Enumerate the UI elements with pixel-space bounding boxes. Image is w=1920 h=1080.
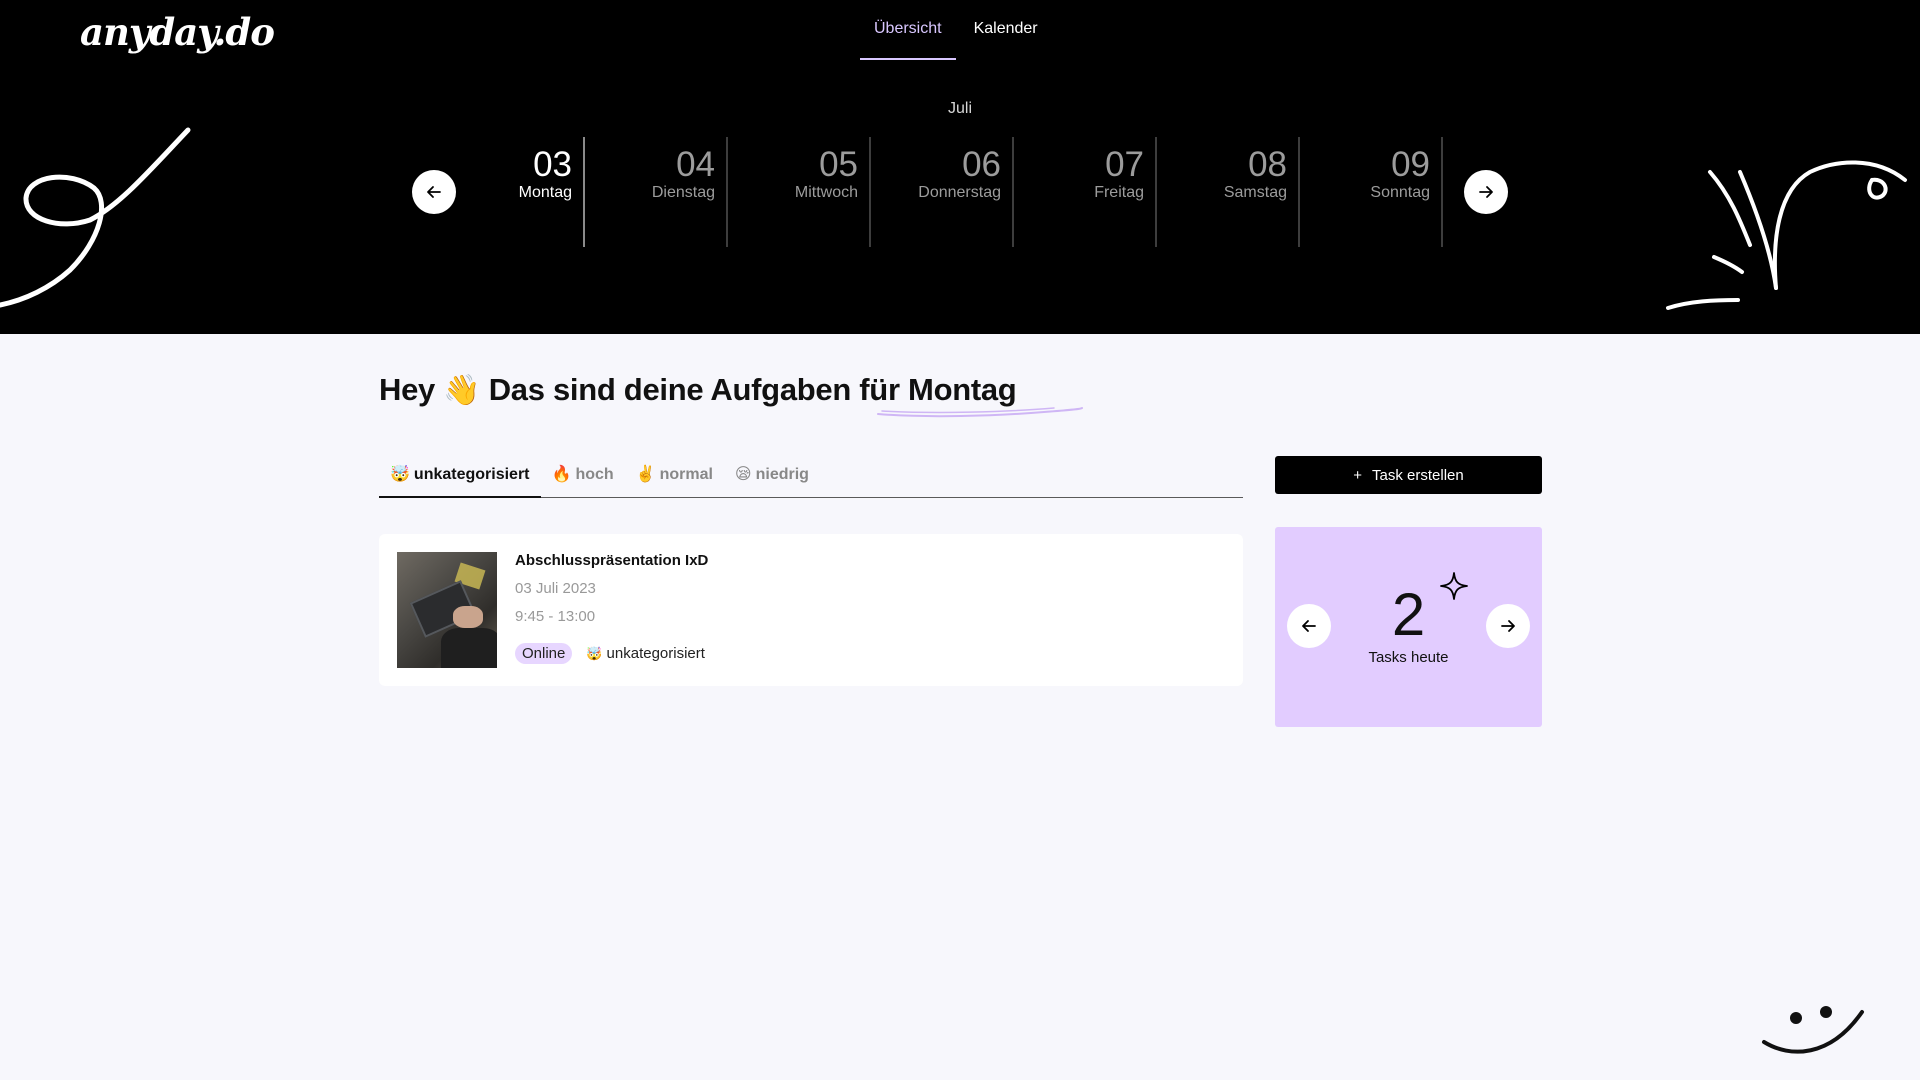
sparkle-icon <box>1440 572 1468 600</box>
day-friday[interactable]: 07 Freitag <box>1014 137 1157 247</box>
tab-label: unkategorisiert <box>413 466 530 483</box>
arrow-right-icon <box>1501 620 1515 632</box>
plus-icon: + <box>1353 466 1363 484</box>
tab-niedrig[interactable]: 😪 niedrig <box>724 455 820 498</box>
task-card[interactable]: Abschlusspräsentation IxD 03 Juli 2023 9… <box>379 534 1243 686</box>
scribble-decoration <box>1666 160 1907 310</box>
location-badge[interactable]: Online <box>515 643 573 664</box>
day-thursday[interactable]: 06 Donnerstag <box>871 137 1014 247</box>
tab-label: hoch <box>575 466 614 483</box>
headline-greeting: Hey <box>379 372 435 407</box>
week-day-strip: 03 Montag 04 Dienstag 05 Mittwoch 06 Don… <box>442 137 1443 247</box>
task-thumbnail <box>397 552 497 668</box>
tab-label: normal <box>659 466 713 483</box>
day-name: Sonntag <box>1370 184 1430 201</box>
top-navigation: Übersicht Kalender <box>860 0 1052 60</box>
app-logo[interactable]: anyday.do <box>80 10 275 54</box>
day-number: 03 <box>533 145 572 184</box>
fire-icon: 🔥 <box>551 466 572 483</box>
day-saturday[interactable]: 08 Samstag <box>1157 137 1300 247</box>
day-name: Mittwoch <box>794 184 858 201</box>
nav-tab-uebersicht[interactable]: Übersicht <box>860 0 956 60</box>
smiley-decoration <box>1762 1006 1864 1054</box>
day-number: 06 <box>962 145 1001 184</box>
victory-hand-icon: ✌️ <box>635 466 656 483</box>
create-task-button[interactable]: + Task erstellen <box>1275 456 1542 494</box>
day-name: Samstag <box>1223 184 1287 201</box>
header-banner: anyday.do Übersicht Kalender Juli 03 Mon… <box>0 0 1920 334</box>
day-monday[interactable]: 03 Montag <box>442 137 585 247</box>
month-label: Juli <box>947 100 972 117</box>
day-wednesday[interactable]: 05 Mittwoch <box>728 137 871 247</box>
day-number: 04 <box>676 145 715 184</box>
day-name: Freitag <box>1094 184 1144 201</box>
tasks-today-label: Tasks heute <box>1368 649 1449 666</box>
day-number: 08 <box>1248 145 1287 184</box>
waving-hand-icon: 👋 <box>443 374 481 407</box>
task-title: Abschlusspräsentation IxD <box>515 552 709 569</box>
nav-tab-kalender[interactable]: Kalender <box>960 0 1052 60</box>
task-date: 03 Juli 2023 <box>515 580 596 597</box>
day-name: Montag <box>518 184 572 201</box>
priority-tabs: 🤯 unkategorisiert 🔥 hoch ✌️ normal 😪 niedrig <box>379 455 1243 498</box>
arrow-left-icon <box>427 186 441 198</box>
task-time: 9:45 - 13:00 <box>515 608 596 625</box>
exploding-head-icon: 🤯 <box>390 466 410 483</box>
day-tuesday[interactable]: 04 Dienstag <box>585 137 728 247</box>
sleepy-face-icon: 😪 <box>734 466 752 483</box>
category-label: unkategorisiert <box>606 645 705 662</box>
week-next-button[interactable] <box>1464 170 1508 214</box>
task-badges: Online 🤯 unkategorisiert <box>515 643 705 664</box>
day-name: Donnerstag <box>918 184 1001 201</box>
tab-hoch[interactable]: 🔥 hoch <box>541 455 625 498</box>
category-badge[interactable]: 🤯 unkategorisiert <box>586 645 705 662</box>
exploding-head-icon: 🤯 <box>586 646 603 661</box>
tasks-today-card: 2 Tasks heute <box>1275 527 1542 727</box>
create-task-label: Task erstellen <box>1372 466 1464 484</box>
day-sunday[interactable]: 09 Sonntag <box>1300 137 1443 247</box>
day-number: 07 <box>1105 145 1144 184</box>
arrow-right-icon <box>1479 186 1493 198</box>
headline-text: Das sind deine Aufgaben für <box>488 372 900 407</box>
tab-label: niedrig <box>755 466 809 483</box>
day-number: 09 <box>1391 145 1430 184</box>
day-number: 05 <box>819 145 858 184</box>
day-name: Dienstag <box>651 184 715 201</box>
headline-underline-decoration <box>877 407 1083 418</box>
counter-next-button[interactable] <box>1486 604 1530 648</box>
tab-unkategorisiert[interactable]: 🤯 unkategorisiert <box>379 455 541 498</box>
tab-normal[interactable]: ✌️ normal <box>625 455 724 498</box>
squiggle-decoration <box>0 127 191 308</box>
